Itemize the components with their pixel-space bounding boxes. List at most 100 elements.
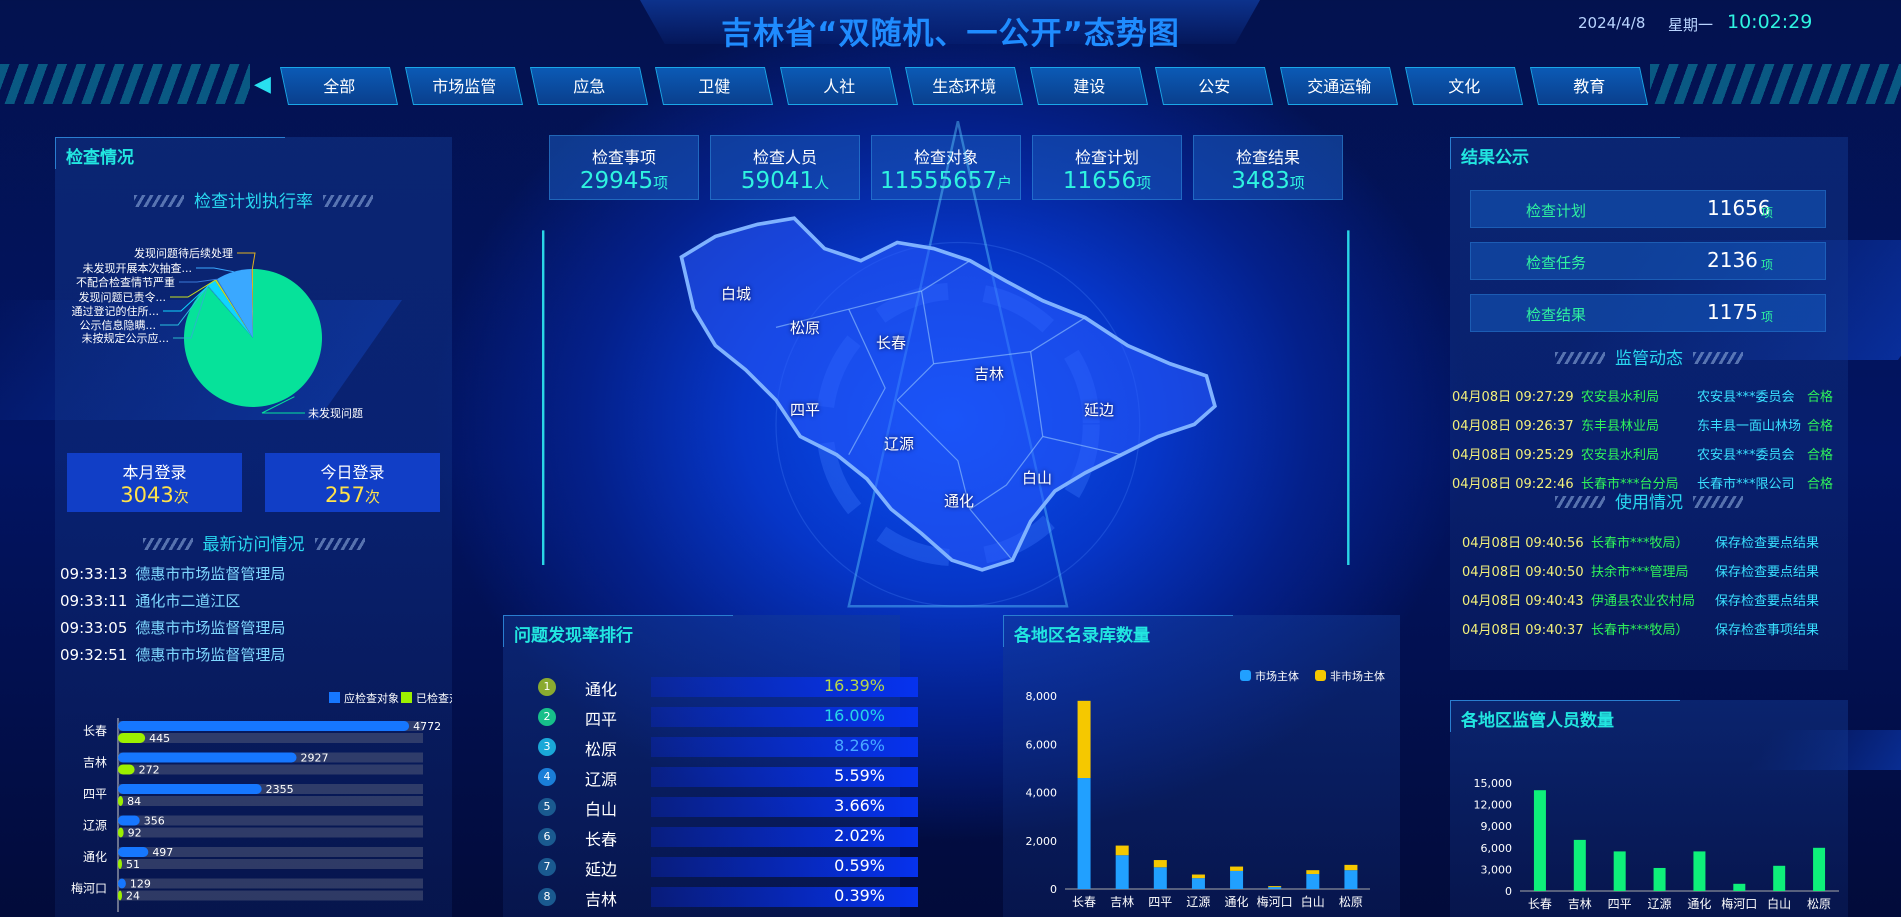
bar-segment [1077,700,1091,779]
x-tick-label: 梅河口 [1721,896,1757,911]
rank-badge: 5 [538,798,556,816]
dynamics-item[interactable]: 04月08日 09:26:37 东丰县林业局 东丰县一面山林场 合格 [1452,415,1833,434]
usage-action: 保存检查要点结果 [1715,565,1820,580]
bar-segment [1306,870,1320,875]
dynamics-item[interactable]: 04月08日 09:27:29 农安县水利局 农安县***委员会 合格 [1452,386,1833,405]
x-tick-label: 吉林 [1110,895,1134,909]
ranking-row: 4 辽源 5.59% [533,766,918,789]
ranking-row: 2 四平 16.00% [533,706,918,729]
x-tick-label: 通化 [1687,897,1711,911]
y-tick-label: 6,000 [1026,738,1058,751]
dyn-target: 农安县***委员会 [1697,390,1795,405]
bar [1533,790,1546,891]
y-tick-label: 6,000 [1481,842,1513,855]
dyn-target: 东丰县一面山林场 [1697,419,1802,434]
summary-row: 检查结果 1175 项 [1470,294,1826,332]
x-tick-label: 长春 [1528,897,1552,911]
x-tick-label: 白山 [1301,894,1325,909]
summary-row: 检查任务 2136 项 [1470,242,1826,280]
ranking-row: 6 长春 2.02% [533,826,918,849]
dynamics-item[interactable]: 04月08日 09:25:29 农安县水利局 农安县***委员会 合格 [1452,444,1833,463]
usage-item[interactable]: 04月08日 09:40:56 长春市***牧局） 保存检查要点结果 [1462,532,1819,551]
rank-city: 延边 [585,860,618,879]
staff-bar-chart: 0 3,000 6,000 9,000 12,000 15,000 长春 吉林 四平 辽源 通化 梅河… [1474,777,1839,911]
rank-city: 长春 [585,830,618,849]
rank-rate: 5.59% [834,766,885,785]
bar [1813,847,1826,891]
bar-segment [1230,870,1244,889]
bar [1613,851,1626,891]
dyn-dept: 农安县水利局 [1581,448,1660,463]
map-region-label[interactable]: 吉林 [974,363,1004,384]
x-tick-label: 四平 [1148,895,1172,909]
map-region-label[interactable]: 长春 [876,332,906,353]
ranking-row: 5 白山 3.66% [533,796,918,819]
dyn-result: 合格 [1807,448,1834,463]
ranking-row: 3 松原 8.26% [533,736,918,759]
directory-stacked-bar-chart: 0 2,000 4,000 6,000 8,000 长春 吉林 四平 辽源 通化 梅河口 白山 松原 市场… [1026,669,1386,909]
bar [1693,851,1706,891]
bar [1653,867,1666,891]
usage-time: 04月08日 09:40:43 [1462,594,1584,609]
summary-unit: 项 [1761,310,1774,324]
bar-segment [1153,860,1167,868]
map-region-label[interactable]: 白城 [721,283,751,304]
y-tick-label: 15,000 [1474,777,1513,790]
x-tick-label: 辽源 [1186,895,1210,909]
x-tick-label: 四平 [1608,897,1632,911]
legend-label: 非市场主体 [1330,669,1385,683]
rank-city: 四平 [585,710,618,729]
rank-rate: 0.59% [834,856,885,875]
y-tick-label: 4,000 [1026,787,1058,800]
dyn-time: 04月08日 09:27:29 [1452,390,1574,405]
bar-segment [1344,864,1358,871]
dyn-target: 农安县***委员会 [1697,448,1795,463]
map-region-label[interactable]: 通化 [944,490,974,511]
map-region-label[interactable]: 四平 [790,399,820,420]
usage-title: 使用情况 [1450,488,1848,513]
bar-segment [1230,866,1244,871]
dyn-time: 04月08日 09:26:37 [1452,419,1574,434]
map-region-label[interactable]: 辽源 [884,433,914,454]
summary-label: 检查任务 [1526,254,1587,272]
bar [1773,865,1786,891]
legend-swatch [1315,670,1326,681]
dyn-result: 合格 [1807,390,1834,405]
x-tick-label: 梅河口 [1257,894,1293,909]
summary-label: 检查结果 [1526,306,1587,324]
rank-rate: 2.02% [834,826,885,845]
usage-item[interactable]: 04月08日 09:40:43 伊通县农业农村局 保存检查要点结果 [1462,590,1819,609]
rank-rate: 16.39% [823,676,885,695]
usage-org: 长春市***牧局） [1591,623,1689,638]
x-tick-label: 松原 [1807,897,1831,911]
usage-item[interactable]: 04月08日 09:40:50 扶余市***管理局 保存检查要点结果 [1462,561,1819,580]
usage-action: 保存检查要点结果 [1715,594,1820,609]
usage-time: 04月08日 09:40:50 [1462,565,1584,580]
usage-org: 长春市***牧局） [1591,536,1689,551]
y-tick-label: 0 [1505,885,1512,898]
bar-segment [1268,886,1282,888]
bar-segment [1115,845,1129,856]
map-region-label[interactable]: 白山 [1022,467,1052,488]
map-region-label[interactable]: 延边 [1084,399,1114,420]
ranking-row: 8 吉林 0.39% [533,886,918,909]
usage-item[interactable]: 04月08日 09:40:37 长春市***牧局） 保存检查事项结果 [1462,619,1819,638]
x-tick-label: 白山 [1767,896,1791,911]
x-tick-label: 松原 [1339,895,1363,909]
ranking-row: 7 延边 0.59% [533,856,918,879]
rank-city: 松原 [585,740,618,759]
rank-rate: 8.26% [834,736,885,755]
rank-badge: 2 [538,708,556,726]
dyn-dept: 东丰县林业局 [1581,419,1660,434]
x-tick-label: 长春 [1072,895,1096,909]
y-tick-label: 2,000 [1026,835,1058,848]
rank-rate: 3.66% [834,796,885,815]
usage-action: 保存检查要点结果 [1715,536,1820,551]
bar-segment [1115,855,1129,889]
y-tick-label: 9,000 [1481,820,1513,833]
rank-rate: 16.00% [823,706,885,725]
panel-title: 各地区名录库数量 [1003,615,1233,647]
bar-segment [1306,874,1320,889]
map-region-label[interactable]: 松原 [790,317,820,338]
rank-city: 吉林 [585,890,618,909]
